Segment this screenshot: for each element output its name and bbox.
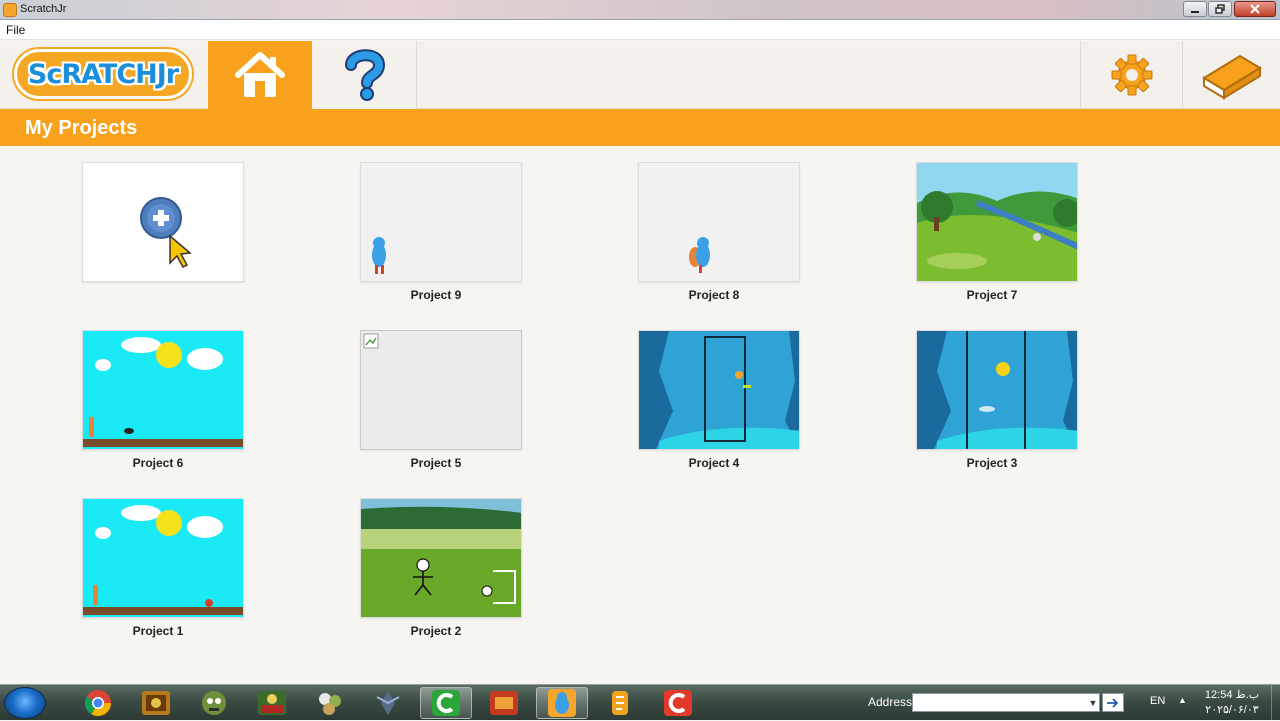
book-button[interactable] xyxy=(1182,41,1280,109)
minimize-button[interactable] xyxy=(1183,1,1207,17)
zombie-icon xyxy=(202,691,226,715)
section-bar: My Projects xyxy=(0,109,1280,146)
project-card[interactable]: Project 4 xyxy=(638,330,800,470)
taskbar-game-2[interactable] xyxy=(188,687,240,719)
taskbar-camtasia[interactable] xyxy=(420,687,472,719)
taskbar-game-6[interactable] xyxy=(478,687,530,719)
game-icon xyxy=(142,691,170,715)
project-card[interactable]: Project 2 xyxy=(360,498,522,638)
game-icon xyxy=(490,691,518,715)
taskbar-game-5[interactable] xyxy=(362,687,414,719)
home-icon xyxy=(235,52,285,97)
app-icon xyxy=(612,691,628,715)
project-label: Project 3 xyxy=(966,456,1018,470)
windows-start-icon[interactable] xyxy=(4,687,46,719)
maximize-button[interactable] xyxy=(1208,1,1232,17)
sky-sun-scene xyxy=(83,499,243,617)
character-sprite xyxy=(372,237,386,274)
taskbar-scratchjr[interactable] xyxy=(536,687,588,719)
broken-image-icon xyxy=(363,333,379,349)
camtasia-icon xyxy=(432,690,460,716)
address-label: Address xyxy=(868,695,913,709)
recorder-icon xyxy=(664,690,692,716)
project-thumbnail[interactable] xyxy=(638,162,800,282)
close-icon xyxy=(1250,4,1260,14)
address-go-button[interactable] xyxy=(1102,693,1124,712)
project-label: Project 1 xyxy=(132,624,184,638)
menubar: File xyxy=(0,20,1280,40)
plus-icon xyxy=(140,197,192,268)
clock-time[interactable]: 12:54 ب.ظ xyxy=(1196,688,1268,701)
restore-icon xyxy=(1215,4,1225,14)
chrome-icon xyxy=(84,690,112,717)
taskbar-app-8[interactable] xyxy=(594,687,646,719)
new-project-thumbnail[interactable] xyxy=(82,162,244,282)
project-thumbnail[interactable] xyxy=(638,330,800,450)
app-header: ScRATCHJr xyxy=(0,41,1280,109)
book-icon xyxy=(1201,54,1262,100)
project-label: Project 6 xyxy=(132,456,184,470)
new-project-card[interactable] xyxy=(82,162,244,282)
project-thumbnail[interactable] xyxy=(360,498,522,618)
clock-date[interactable]: ۲۰۲۵/۰۶/۰۳ xyxy=(1196,703,1268,716)
scratchjr-icon xyxy=(548,689,576,717)
scratchjr-app-icon xyxy=(3,3,17,17)
chevron-down-icon[interactable]: ▼ xyxy=(1087,694,1099,711)
project-thumbnail[interactable] xyxy=(360,330,522,450)
tab-help[interactable] xyxy=(313,41,417,109)
project-card[interactable]: Project 6 xyxy=(82,330,244,470)
tab-home[interactable] xyxy=(208,41,312,109)
underwater-scene xyxy=(917,331,1077,449)
meadow-river-scene xyxy=(917,163,1077,281)
project-card[interactable]: Project 8 xyxy=(638,162,800,302)
settings-button[interactable] xyxy=(1080,41,1182,109)
project-label: Project 9 xyxy=(410,288,462,302)
project-card[interactable]: Project 1 xyxy=(82,498,244,638)
window-titlebar: ScratchJr xyxy=(0,0,1280,20)
project-card[interactable]: Project 7 xyxy=(916,162,1078,302)
sky-sun-scene xyxy=(83,331,243,449)
project-thumbnail[interactable] xyxy=(916,162,1078,282)
project-label: Project 7 xyxy=(966,288,1018,302)
project-card[interactable]: Project 5 xyxy=(360,330,522,470)
page-title: My Projects xyxy=(25,117,138,139)
scratchjr-logo: ScRATCHJr xyxy=(14,49,192,99)
soccer-field-scene xyxy=(361,499,521,617)
taskbar-game-1[interactable] xyxy=(130,687,182,719)
underwater-scene xyxy=(639,331,799,449)
project-label: Project 2 xyxy=(410,624,462,638)
tray-expand-icon[interactable]: ▲ xyxy=(1178,695,1187,705)
project-thumbnail[interactable] xyxy=(916,330,1078,450)
language-indicator[interactable]: EN xyxy=(1150,695,1165,707)
minimize-icon xyxy=(1191,11,1199,13)
menu-file[interactable]: File xyxy=(6,23,25,37)
taskbar-game-3[interactable] xyxy=(246,687,298,719)
project-thumbnail[interactable] xyxy=(82,330,244,450)
go-arrow-icon xyxy=(1107,697,1119,708)
help-icon xyxy=(344,49,385,101)
taskbar-chrome[interactable] xyxy=(72,687,124,719)
logo-text: ScRATCHJr xyxy=(27,58,179,90)
project-card[interactable]: Project 9 xyxy=(360,162,522,302)
taskbar-game-4[interactable] xyxy=(304,687,356,719)
game-icon xyxy=(376,691,400,715)
game-icon xyxy=(258,691,286,715)
game-icon xyxy=(319,693,341,715)
close-button[interactable] xyxy=(1234,1,1276,17)
mouse-cursor xyxy=(169,234,192,268)
gear-icon xyxy=(1111,54,1152,96)
project-card[interactable]: Project 3 xyxy=(916,330,1078,470)
project-label: Project 8 xyxy=(688,288,740,302)
address-input[interactable] xyxy=(912,693,1100,712)
project-label: Project 5 xyxy=(410,456,462,470)
taskbar-recorder[interactable] xyxy=(652,687,704,719)
show-desktop-button[interactable] xyxy=(1271,685,1280,721)
project-label: Project 4 xyxy=(688,456,740,470)
windows-taskbar: Address ▼ EN ▲ 12:54 ب.ظ ۲۰۲۵/۰۶/۰۳ xyxy=(0,684,1280,721)
project-thumbnail[interactable] xyxy=(360,162,522,282)
project-thumbnail[interactable] xyxy=(82,498,244,618)
window-title: ScratchJr xyxy=(20,3,67,15)
character-sprite xyxy=(689,237,710,273)
